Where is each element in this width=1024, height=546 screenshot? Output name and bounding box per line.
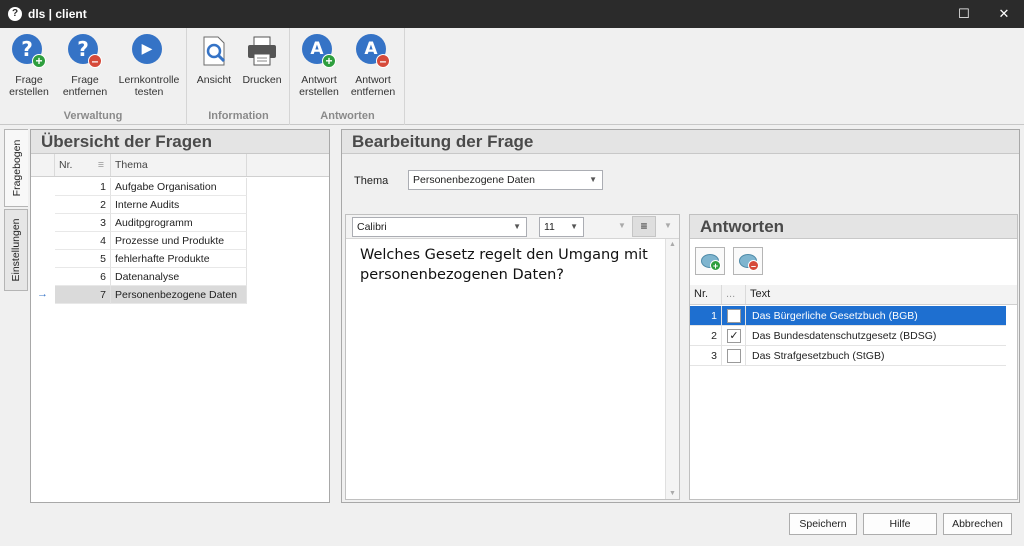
- group-label-antworten: Antworten: [320, 110, 375, 122]
- cancel-button[interactable]: Abbrechen: [943, 513, 1012, 535]
- thema-select[interactable]: Personenbezogene Daten ▼: [408, 170, 603, 190]
- table-row[interactable]: 4 Prozesse und Produkte: [31, 232, 247, 250]
- remove-question-button[interactable]: ? – Frage entfernen: [62, 32, 108, 98]
- ribbon-group-verwaltung: ? + Frage erstellen ? – Frage entfernen ▶ …: [0, 28, 187, 125]
- answer-checkbox-checked[interactable]: ✓: [727, 329, 741, 343]
- view-button[interactable]: Ansicht: [194, 32, 234, 86]
- sort-icon: ≡: [97, 159, 104, 171]
- preview-icon: [197, 34, 231, 68]
- create-answer-button[interactable]: A + Antwort erstellen: [295, 32, 343, 98]
- printer-icon: [245, 34, 279, 68]
- chevron-down-icon: ▼: [589, 175, 597, 184]
- answers-panel: Antworten + – Nr. ... Text 1 Das Bürgerl…: [689, 214, 1018, 500]
- print-button[interactable]: Drucken: [240, 32, 284, 86]
- question-text[interactable]: Welches Gesetz regelt den Umgang mit per…: [360, 245, 660, 285]
- group-label-verwaltung: Verwaltung: [63, 110, 123, 122]
- table-row[interactable]: 2 ✓ Das Bundesdatenschutzgesetz (BDSG): [690, 326, 1006, 346]
- answer-add-icon: A +: [302, 34, 336, 68]
- toolbar-more-icon[interactable]: ▼: [664, 221, 672, 230]
- column-text[interactable]: Text: [746, 285, 1006, 304]
- column-thema[interactable]: Thema: [111, 154, 247, 176]
- question-remove-icon: ? –: [68, 34, 102, 68]
- ribbon: ? + Frage erstellen ? – Frage entfernen ▶ …: [0, 28, 1024, 125]
- table-row[interactable]: 2 Interne Audits: [31, 196, 247, 214]
- close-button[interactable]: ✕: [984, 0, 1024, 28]
- save-button[interactable]: Speichern: [789, 513, 857, 535]
- editor-title: Bearbeitung der Frage: [342, 130, 1019, 154]
- delete-answer-icon[interactable]: –: [733, 247, 763, 275]
- maximize-button[interactable]: ☐: [944, 0, 984, 28]
- ribbon-group-antworten: A + Antwort erstellen A – Antwort entferne…: [291, 28, 405, 125]
- thema-label: Thema: [354, 175, 389, 187]
- question-add-icon: ? +: [12, 34, 46, 68]
- align-left-icon[interactable]: ≡: [632, 216, 656, 237]
- help-button[interactable]: Hilfe: [863, 513, 937, 535]
- answer-remove-icon: A –: [356, 34, 390, 68]
- remove-answer-button[interactable]: A – Antwort entfernen: [349, 32, 397, 98]
- table-row-selected[interactable]: 1 Das Bürgerliche Gesetzbuch (BGB): [690, 306, 1006, 326]
- table-row[interactable]: 5 fehlerhafte Produkte: [31, 250, 247, 268]
- column-check[interactable]: ...: [722, 285, 746, 304]
- editor-scrollbar[interactable]: ▲ ▼: [665, 239, 679, 499]
- side-tabs: Fragebogen Einstellungen: [4, 129, 28, 499]
- tab-einstellungen[interactable]: Einstellungen: [4, 209, 28, 291]
- column-nr[interactable]: Nr.: [690, 285, 722, 304]
- rich-text-editor: Calibri ▼ 11 ▼ ▼ ≡ ▼ Welches Gesetz regelt…: [345, 214, 680, 500]
- create-question-button[interactable]: ? + Frage erstellen: [6, 32, 52, 98]
- editor-toolbar: Calibri ▼ 11 ▼ ▼ ≡ ▼: [346, 215, 679, 239]
- answers-toolbar: + –: [695, 247, 765, 277]
- answers-title: Antworten: [690, 215, 1017, 239]
- question-editor-panel: Bearbeitung der Frage Thema Personenbezo…: [341, 129, 1020, 503]
- overview-header: Nr. ≡ Thema: [31, 154, 329, 177]
- table-row-selected[interactable]: → 7 Personenbezogene Daten: [31, 286, 247, 304]
- answers-rows: 1 Das Bürgerliche Gesetzbuch (BGB) 2 ✓ D…: [690, 306, 1017, 372]
- window-title: dls | client: [28, 7, 87, 21]
- tab-fragebogen[interactable]: Fragebogen: [4, 129, 28, 207]
- answer-checkbox[interactable]: [727, 349, 741, 363]
- font-family-select[interactable]: Calibri ▼: [352, 217, 527, 237]
- dls-logo-icon: ?: [8, 7, 22, 21]
- play-icon: ▶: [132, 34, 166, 68]
- answer-checkbox[interactable]: [727, 309, 741, 323]
- toolbar-dropdown-icon[interactable]: ▼: [618, 221, 626, 230]
- questions-overview-panel: Übersicht der Fragen Nr. ≡ Thema 1 Aufgabe…: [30, 129, 330, 503]
- group-label-information: Information: [208, 110, 269, 122]
- title-bar: ? dls | client ☐ ✕: [0, 0, 1024, 28]
- table-row[interactable]: 3 Auditpgrogramm: [31, 214, 247, 232]
- table-row[interactable]: 1 Aufgabe Organisation: [31, 178, 247, 196]
- overview-rows: 1 Aufgabe Organisation 2 Interne Audits 3A…: [31, 178, 329, 502]
- answers-header: Nr. ... Text: [690, 285, 1017, 305]
- ribbon-group-information: Ansicht Drucken Information: [188, 28, 290, 125]
- table-row[interactable]: 6 Datenanalyse: [31, 268, 247, 286]
- overview-title: Übersicht der Fragen: [31, 130, 329, 154]
- table-row[interactable]: 3 Das Strafgesetzbuch (StGB): [690, 346, 1006, 366]
- add-answer-icon[interactable]: +: [695, 247, 725, 275]
- current-row-arrow-icon: →: [37, 288, 48, 300]
- column-nr[interactable]: Nr. ≡: [55, 154, 111, 176]
- font-size-select[interactable]: 11 ▼: [539, 217, 584, 237]
- test-learning-button[interactable]: ▶ Lernkontrolle testen: [116, 32, 182, 98]
